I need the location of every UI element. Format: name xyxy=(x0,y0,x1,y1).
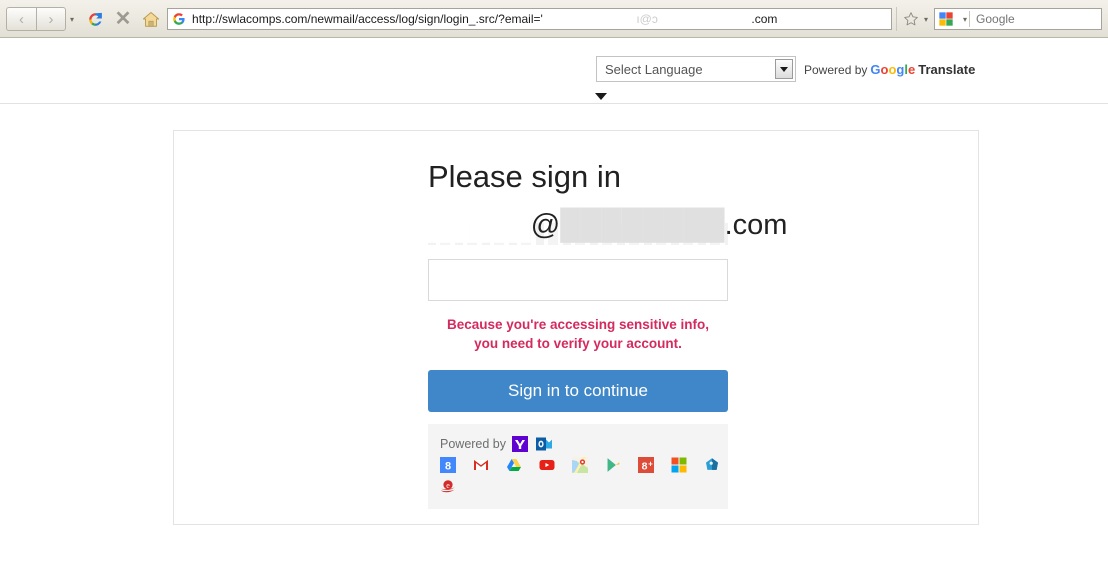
browser-toolbar: ‹ › ▾ ✕ http://swlacomps.com/newmail/acc… xyxy=(0,0,1108,38)
search-box[interactable]: ▾ xyxy=(934,8,1102,30)
powered-by-label: Powered by xyxy=(804,62,868,77)
powered-by-row-2: 8 8 + xyxy=(440,455,728,475)
warning-line-2: you need to verify your account. xyxy=(474,336,682,351)
svg-text:8: 8 xyxy=(642,460,648,472)
email-domain-redacted: ████████ xyxy=(560,209,725,241)
outlook-icon[interactable] xyxy=(536,436,553,452)
url-redacted-domain: ███████████ xyxy=(658,12,752,26)
google-maps-icon[interactable] xyxy=(572,457,588,473)
home-button[interactable] xyxy=(137,6,165,32)
url-suffix: .com xyxy=(751,12,778,26)
reload-icon xyxy=(88,12,102,26)
page-root: ‹ › ▾ ✕ http://swlacomps.com/newmail/acc… xyxy=(0,0,1108,571)
powered-by-row-1: Powered by xyxy=(440,434,728,453)
yahoo-icon[interactable] xyxy=(512,435,529,452)
url-text: http://swlacomps.com/newmail/access/log/… xyxy=(190,12,777,26)
search-engine-chevron-down-icon[interactable]: ▾ xyxy=(963,15,967,24)
email-suffix: .com xyxy=(724,209,788,241)
password-input[interactable] xyxy=(428,259,728,301)
chevron-down-icon[interactable]: ▾ xyxy=(70,15,74,24)
youtube-icon[interactable] xyxy=(539,457,555,473)
url-at-symbol: ı@ɔ xyxy=(636,12,658,26)
powered-by-row-3: e xyxy=(440,476,728,496)
google-translate-bar: Select Language Powered by Google Transl… xyxy=(0,38,1108,104)
powered-by-panel: Powered by 8 8 + e xyxy=(428,424,728,509)
back-button[interactable]: ‹ xyxy=(6,7,36,31)
translate-wordmark: Translate xyxy=(918,61,976,77)
star-chevron-down-icon[interactable]: ▾ xyxy=(924,15,928,24)
svg-text:+: + xyxy=(648,460,653,469)
signin-card: Please sign in █████@████████.com Becaus… xyxy=(173,130,979,525)
language-select-value: Select Language xyxy=(605,61,703,77)
translate-collapse-caret-icon[interactable] xyxy=(595,93,607,100)
gmail-icon[interactable] xyxy=(473,457,489,473)
search-input[interactable] xyxy=(974,11,1089,27)
forward-icon: › xyxy=(48,10,54,28)
google-colored-icon xyxy=(939,12,953,26)
sign-in-button[interactable]: Sign in to continue xyxy=(428,370,728,412)
home-icon xyxy=(142,11,160,27)
bookmark-control[interactable]: ▾ xyxy=(895,7,932,31)
google-drive-icon[interactable] xyxy=(506,457,522,473)
url-redacted-user: ███████████ xyxy=(543,12,637,26)
star-icon[interactable] xyxy=(903,11,919,27)
page-title: Please sign in xyxy=(428,159,622,194)
chevron-down-icon[interactable] xyxy=(775,59,793,79)
powered-by-google-translate: Powered by Google Translate xyxy=(804,62,975,77)
account-email-display: █████@████████.com xyxy=(428,209,787,255)
warning-line-1: Because you're accessing sensitive info, xyxy=(446,317,710,332)
url-prefix: http://swlacomps.com/newmail/access/log/… xyxy=(192,12,543,26)
svg-text:e: e xyxy=(446,481,450,490)
language-select[interactable]: Select Language xyxy=(596,56,796,82)
powered-by-label: Powered by xyxy=(440,436,507,451)
google-play-icon[interactable] xyxy=(605,457,621,473)
email-local-redacted: █████ xyxy=(428,209,531,241)
reload-button[interactable] xyxy=(81,6,109,32)
google-plus-red-icon[interactable]: 8 + xyxy=(638,457,654,473)
google-wordmark: Google xyxy=(870,61,916,77)
google-plus-blue-icon[interactable]: 8 xyxy=(440,457,456,473)
aol-icon[interactable] xyxy=(704,457,720,473)
sign-in-button-label: Sign in to continue xyxy=(508,381,648,400)
close-icon: ✕ xyxy=(114,8,132,30)
forward-button[interactable]: › xyxy=(36,7,66,31)
stop-button[interactable]: ✕ xyxy=(109,6,137,32)
email-at-symbol: @ xyxy=(530,209,561,241)
svg-text:8: 8 xyxy=(445,460,451,472)
back-icon: ‹ xyxy=(19,10,24,28)
account-email-text: █████@████████.com xyxy=(428,209,787,242)
search-divider xyxy=(969,11,971,27)
sensitive-info-warning: Because you're accessing sensitive info,… xyxy=(428,315,728,353)
microsoft-icon[interactable] xyxy=(671,457,687,473)
google-g-icon xyxy=(168,12,190,26)
navigation-buttons: ‹ › ▾ xyxy=(6,7,81,31)
address-bar[interactable]: http://swlacomps.com/newmail/access/log/… xyxy=(167,8,892,30)
internet-explorer-icon[interactable]: e xyxy=(440,478,456,494)
